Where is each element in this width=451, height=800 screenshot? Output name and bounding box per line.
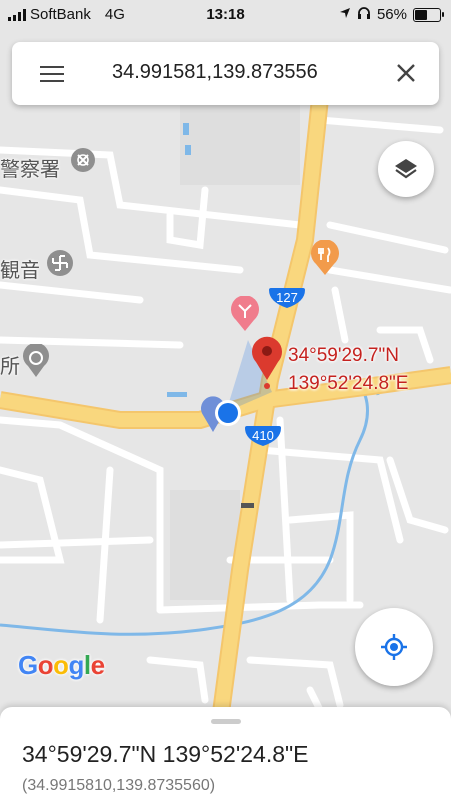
search-query[interactable]: 34.991581,139.873556	[112, 61, 318, 84]
my-location-dot	[213, 398, 243, 433]
status-bar: SoftBank 4G 13:18 56%	[0, 0, 451, 32]
map-label-police: 警察署	[0, 159, 60, 181]
coordinates-decimal: (34.9915810,139.8735560)	[22, 777, 216, 794]
coordinates-dms: 34°59'29.7"N 139°52'24.8"E	[22, 741, 309, 767]
police-icon[interactable]	[70, 147, 96, 178]
sheet-drag-handle[interactable]	[211, 719, 241, 724]
status-right: 56%	[339, 6, 444, 23]
battery-percent: 56%	[376, 6, 407, 23]
hamburger-menu-icon[interactable]	[40, 66, 64, 82]
location-arrow-icon	[339, 6, 351, 23]
map-label-kannon: 観音	[0, 260, 40, 282]
dropped-pin-icon[interactable]	[249, 334, 285, 397]
layers-icon	[393, 156, 419, 187]
layers-button[interactable]	[378, 141, 434, 197]
road-badge-127: 127	[267, 286, 307, 315]
bottom-sheet[interactable]: 34°59'29.7"N 139°52'24.8"E (34.9915810,1…	[0, 707, 451, 800]
battery-icon	[413, 7, 444, 22]
map-label-place: 所	[0, 356, 20, 378]
place-marker-icon[interactable]	[22, 342, 50, 383]
pin-coordinate-label: 34°59'29.7"N 139°52'24.8"E	[288, 342, 408, 398]
close-icon[interactable]	[395, 62, 417, 84]
road-badge-410-label: 410	[252, 428, 274, 443]
temple-icon[interactable]	[46, 249, 74, 282]
search-bar[interactable]: 34.991581,139.873556	[12, 42, 439, 105]
headphones-icon	[357, 6, 371, 23]
road-badge-410: 410	[243, 424, 283, 453]
pin-label-lat: 34°59'29.7"N	[288, 345, 399, 366]
google-logo: Google	[18, 650, 105, 680]
my-location-button[interactable]	[355, 608, 433, 686]
restaurant-icon[interactable]	[310, 239, 340, 281]
pin-label-lng: 139°52'24.8"E	[288, 373, 409, 394]
road-badge-127-label: 127	[276, 290, 298, 305]
my-location-icon	[380, 633, 408, 666]
shopping-icon[interactable]	[230, 295, 260, 337]
